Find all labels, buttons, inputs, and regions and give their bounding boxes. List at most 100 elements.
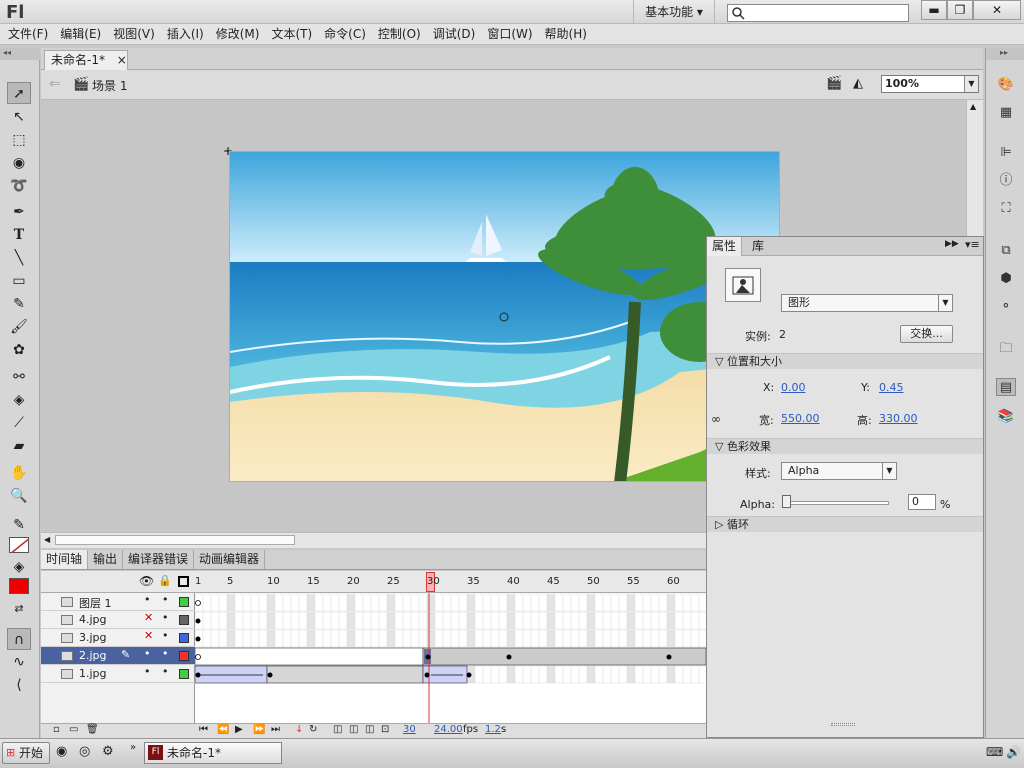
straighten-icon[interactable]: ⟨: [7, 674, 31, 696]
height-value[interactable]: 330.00: [879, 412, 918, 425]
lock-dot[interactable]: •: [162, 611, 169, 624]
panel-menu-icon[interactable]: ▾≡: [965, 238, 980, 251]
library-icon[interactable]: 📚: [996, 408, 1016, 426]
document-tab[interactable]: 未命名-1* ×: [44, 50, 128, 70]
color-style-select[interactable]: Alpha ▼: [781, 462, 897, 480]
x-value[interactable]: 0.00: [781, 381, 806, 394]
menu-window[interactable]: 窗口(W): [481, 24, 538, 44]
tab-timeline[interactable]: 时间轴: [41, 550, 89, 569]
alpha-slider[interactable]: [783, 501, 889, 505]
outline-color-box[interactable]: [179, 669, 189, 679]
components-icon[interactable]: ⧉: [996, 242, 1016, 260]
bone-tool-icon[interactable]: ⚯: [7, 366, 31, 388]
alpha-input[interactable]: 0: [908, 494, 936, 510]
zoom-tool-icon[interactable]: 🔍: [7, 485, 31, 507]
menu-file[interactable]: 文件(F): [2, 24, 54, 44]
deco-tool-icon[interactable]: ✿: [7, 339, 31, 361]
hidden-x-icon[interactable]: ✕: [144, 611, 153, 624]
beach-scene-image[interactable]: [230, 152, 780, 482]
document-tab-close-icon[interactable]: ×: [117, 53, 127, 67]
menu-control[interactable]: 控制(O): [372, 24, 427, 44]
collapse-panel-icon[interactable]: ▶▶: [945, 239, 959, 249]
width-value[interactable]: 550.00: [781, 412, 820, 425]
rectangle-tool-icon[interactable]: ▭: [7, 270, 31, 292]
dock-grip[interactable]: ▸▸: [986, 48, 1024, 60]
current-frame[interactable]: 30: [403, 724, 416, 735]
menu-edit[interactable]: 编辑(E): [54, 24, 107, 44]
outline-color-box[interactable]: [179, 597, 189, 607]
lasso-tool-icon[interactable]: ➰: [7, 175, 31, 197]
menu-help[interactable]: 帮助(H): [539, 24, 593, 44]
resize-grip[interactable]: [831, 723, 855, 726]
menu-text[interactable]: 文本(T): [265, 24, 318, 44]
section-position-size[interactable]: ▽ 位置和大小: [707, 353, 983, 369]
color-palette-icon[interactable]: 🎨: [996, 76, 1016, 94]
restore-button[interactable]: ❐: [947, 0, 973, 20]
frame-grid[interactable]: [195, 593, 706, 723]
center-frame-icon[interactable]: ↓: [295, 724, 303, 735]
next-frame-icon[interactable]: ⏩: [253, 724, 265, 735]
taskbar-app-flash[interactable]: Fl 未命名-1*: [144, 742, 282, 764]
smooth-icon[interactable]: ∿: [7, 651, 31, 673]
keyboard-tray-icon[interactable]: ⌨: [986, 745, 1003, 759]
tab-output[interactable]: 输出: [88, 550, 124, 569]
loop-icon[interactable]: ↻: [309, 724, 317, 735]
menu-insert[interactable]: 插入(I): [161, 24, 210, 44]
lock-dot[interactable]: •: [162, 647, 169, 660]
menu-debug[interactable]: 调试(D): [427, 24, 482, 44]
visibility-dot[interactable]: •: [144, 665, 151, 678]
layer-row-selected[interactable]: 2.jpg ✎ • •: [41, 647, 195, 665]
scene-breadcrumb[interactable]: 场景 1: [92, 77, 127, 94]
visibility-dot[interactable]: •: [144, 593, 151, 606]
stage-canvas[interactable]: [229, 151, 780, 482]
chevron-down-icon[interactable]: ▼: [964, 76, 978, 92]
menu-commands[interactable]: 命令(C): [318, 24, 372, 44]
outline-color-box[interactable]: [179, 633, 189, 643]
layer-row[interactable]: 3.jpg ✕ •: [41, 629, 195, 647]
tab-properties[interactable]: 属性: [707, 237, 743, 256]
play-icon[interactable]: ▶: [235, 724, 243, 735]
chevron-down-icon[interactable]: ▼: [938, 295, 952, 311]
subselection-tool-icon[interactable]: ↖: [7, 106, 31, 128]
section-loop[interactable]: ▷ 循环: [707, 516, 983, 532]
properties-panel-icon[interactable]: ▤: [996, 378, 1016, 396]
menu-modify[interactable]: 修改(M): [210, 24, 266, 44]
layer-row[interactable]: 1.jpg • •: [41, 665, 195, 683]
new-layer-icon[interactable]: ▫: [53, 724, 60, 735]
fill-color-swatch[interactable]: [9, 578, 29, 594]
pencil-tool-icon[interactable]: ✎: [7, 293, 31, 315]
eraser-tool-icon[interactable]: ▰: [7, 435, 31, 457]
frame-ruler[interactable]: 1 5 10 15 20 25 30 35 40 45 50 55 60: [195, 571, 706, 593]
scroll-left-icon[interactable]: ◀: [44, 535, 50, 544]
edit-multiple-frames-icon[interactable]: ◫: [365, 724, 374, 735]
symbol-type-select[interactable]: 图形 ▼: [781, 294, 953, 312]
zoom-select[interactable]: 100% ▼: [881, 75, 979, 93]
explorer-icon[interactable]: ◎: [79, 744, 90, 759]
component-inspector-icon[interactable]: ⬢: [996, 270, 1016, 288]
paint-bucket-tool-icon[interactable]: ◈: [7, 389, 31, 411]
hidden-x-icon[interactable]: ✕: [144, 629, 153, 642]
last-frame-icon[interactable]: ⏭: [271, 724, 280, 735]
workspace-switcher[interactable]: 基本功能 ▾: [633, 0, 715, 24]
line-tool-icon[interactable]: ╲: [7, 247, 31, 269]
lock-dot[interactable]: •: [162, 593, 169, 606]
new-folder-icon[interactable]: ▭: [69, 724, 78, 735]
lock-all-icon[interactable]: 🔒: [158, 574, 172, 587]
onion-outline-icon[interactable]: ◫: [349, 724, 358, 735]
menu-view[interactable]: 视图(V): [107, 24, 161, 44]
show-hide-all-icon[interactable]: 👁: [139, 574, 154, 588]
text-tool-icon[interactable]: T: [7, 224, 31, 246]
info-icon[interactable]: ⓘ: [996, 172, 1016, 190]
onion-skin-icon[interactable]: ◫: [333, 724, 342, 735]
delete-layer-icon[interactable]: 🗑: [86, 724, 99, 735]
tab-library[interactable]: 库: [747, 237, 769, 256]
layer-row[interactable]: 4.jpg ✕ •: [41, 611, 195, 629]
selection-tool-icon[interactable]: ➚: [7, 82, 31, 104]
layer-row[interactable]: 图层 1 • •: [41, 593, 195, 611]
start-button[interactable]: ⊞ 开始: [2, 742, 50, 764]
behaviors-icon[interactable]: ⚬: [996, 298, 1016, 316]
outline-color-box[interactable]: [179, 615, 189, 625]
section-color-effect[interactable]: ▽ 色彩效果: [707, 438, 983, 454]
align-icon[interactable]: ⊫: [996, 144, 1016, 162]
free-transform-tool-icon[interactable]: ⬚: [7, 129, 31, 151]
